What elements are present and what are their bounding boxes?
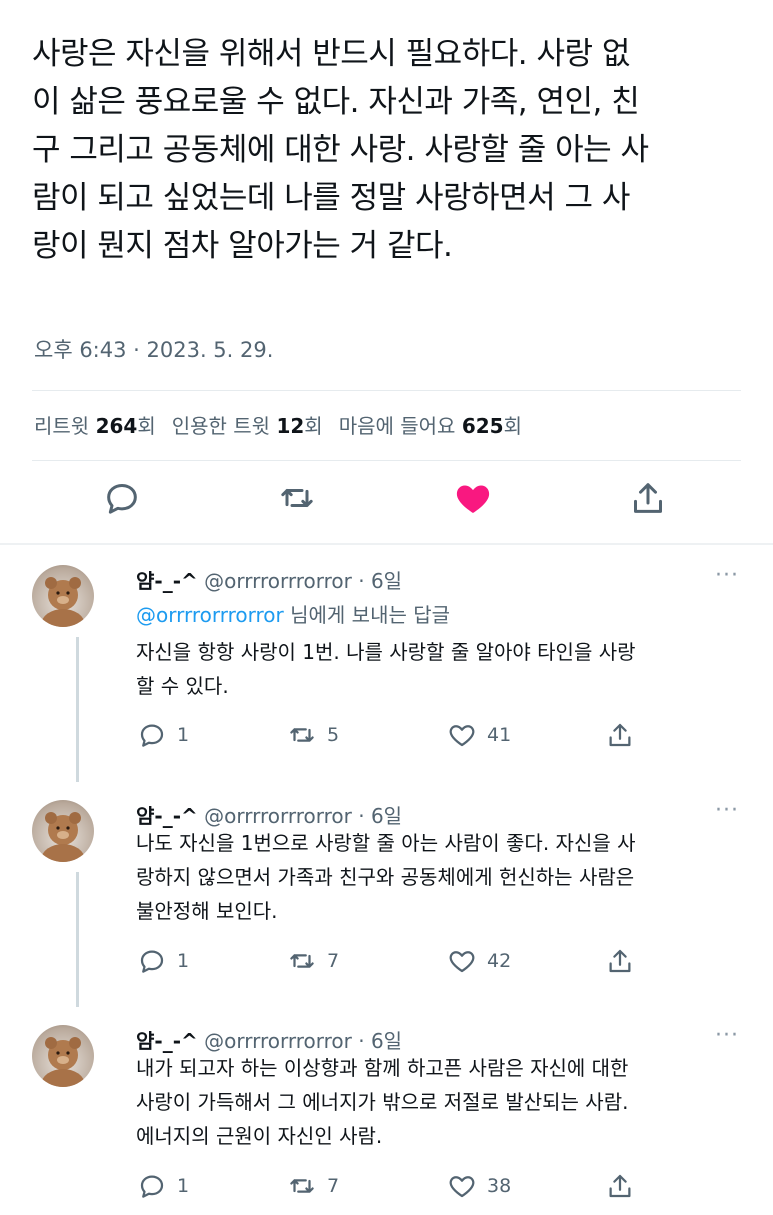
reply-time[interactable]: 6일 [371, 569, 402, 593]
divider [32, 460, 741, 461]
user-handle[interactable]: @orrrrorrrorror [204, 569, 352, 593]
user-handle[interactable]: @orrrrorrrorror [204, 804, 352, 828]
retweet-button[interactable]: 7 [287, 946, 339, 976]
reply-tweet[interactable]: 얌-_-^ @orrrrorrrorror · 6일 ··· @orrrrorr… [0, 545, 773, 782]
avatar[interactable] [32, 800, 94, 862]
replying-to: @orrrrorrrorror 님에게 보내는 답글 [136, 603, 451, 627]
reply-header: 얌-_-^ @orrrrorrrorror · 6일 [136, 569, 403, 593]
retweet-icon [290, 1179, 314, 1193]
like-button[interactable]: 38 [447, 1171, 511, 1201]
user-handle[interactable]: @orrrrorrrorror [204, 1029, 352, 1053]
tweet-stats: 리트윗 264회 인용한 트윗 12회 마음에 들어요 625회 [34, 410, 522, 439]
tweet-detail-page: 사랑은 자신을 위해서 반드시 필요하다. 사랑 없 이 삶은 풍요로울 수 없… [0, 0, 773, 1215]
retweet-icon[interactable] [277, 478, 317, 518]
heart-icon [449, 951, 475, 973]
reply-text: 내가 되고자 하는 이상향과 함께 하고픈 사람은 자신에 대한 사랑이 가득해… [136, 1056, 629, 1148]
thread-line [76, 872, 79, 1007]
heart-icon [449, 725, 475, 747]
retweet-count: 7 [327, 950, 340, 972]
retweet-button[interactable]: 5 [287, 720, 339, 750]
retweet-count: 5 [327, 724, 340, 746]
reply-action-bar: 1 7 38 [0, 1171, 773, 1205]
tweet-timestamp[interactable]: 오후 6:43 · 2023. 5. 29. [34, 334, 273, 364]
display-name[interactable]: 얌-_-^ [136, 569, 198, 593]
heart-filled-icon[interactable] [453, 478, 493, 518]
share-icon[interactable] [628, 478, 668, 518]
reply-text: 나도 자신을 1번으로 사랑할 줄 아는 사람이 좋다. 자신을 사 랑하지 않… [136, 831, 636, 923]
reply-icon [140, 724, 164, 747]
like-count: 41 [487, 724, 512, 746]
reply-button[interactable]: 1 [137, 720, 189, 750]
reply-time[interactable]: 6일 [371, 1029, 402, 1053]
like-count: 38 [487, 1175, 512, 1197]
reply-button[interactable]: 1 [137, 1171, 189, 1201]
tweet-action-bar [0, 478, 773, 528]
share-icon [609, 949, 631, 973]
avatar[interactable] [32, 1025, 94, 1087]
display-name[interactable]: 얌-_-^ [136, 804, 198, 828]
divider [32, 390, 741, 391]
retweet-icon [290, 954, 314, 968]
reply-count: 1 [177, 950, 190, 972]
reply-text: 자신을 항항 사랑이 1번. 나를 사랑할 줄 알아야 타인을 사랑 할 수 있… [136, 640, 636, 698]
reply-header: 얌-_-^ @orrrrorrrorror · 6일 [136, 1029, 403, 1053]
reply-action-bar: 1 7 42 [0, 946, 773, 980]
reply-tweet[interactable]: 얌-_-^ @orrrrorrrorror · 6일 ··· 나도 자신을 1번… [0, 780, 773, 1007]
likes-stat[interactable]: 마음에 들어요 625회 [339, 410, 522, 439]
reply-button[interactable]: 1 [137, 946, 189, 976]
reply-action-bar: 1 5 41 [0, 720, 773, 754]
mention-link[interactable]: @orrrrorrrorror [136, 603, 284, 627]
reply-header: 얌-_-^ @orrrrorrrorror · 6일 [136, 804, 403, 828]
retweet-button[interactable]: 7 [287, 1171, 339, 1201]
reply-count: 1 [177, 1175, 190, 1197]
heart-icon [449, 1176, 475, 1198]
share-icon [609, 723, 631, 747]
reply-icon[interactable] [102, 478, 142, 518]
retweet-icon [290, 728, 314, 742]
more-options-icon[interactable]: ··· [715, 798, 739, 823]
reply-tweet[interactable]: 얌-_-^ @orrrrorrrorror · 6일 ··· 내가 되고자 하는… [0, 1005, 773, 1215]
reply-icon [140, 1175, 164, 1198]
thread-line [76, 637, 79, 782]
avatar[interactable] [32, 565, 94, 627]
retweet-count: 7 [327, 1175, 340, 1197]
share-button[interactable] [605, 1171, 635, 1201]
more-options-icon[interactable]: ··· [715, 563, 739, 588]
like-button[interactable]: 41 [447, 720, 511, 750]
share-button[interactable] [605, 720, 635, 750]
more-options-icon[interactable]: ··· [715, 1023, 739, 1048]
display-name[interactable]: 얌-_-^ [136, 1029, 198, 1053]
like-count: 42 [487, 950, 512, 972]
tweet-text: 사랑은 자신을 위해서 반드시 필요하다. 사랑 없 이 삶은 풍요로울 수 없… [32, 36, 649, 264]
share-icon [609, 1174, 631, 1198]
reply-icon [140, 950, 164, 973]
quotes-stat[interactable]: 인용한 트윗 12회 [172, 410, 323, 439]
share-button[interactable] [605, 946, 635, 976]
reply-count: 1 [177, 724, 190, 746]
retweets-stat[interactable]: 리트윗 264회 [34, 410, 156, 439]
like-button[interactable]: 42 [447, 946, 511, 976]
reply-time[interactable]: 6일 [371, 804, 402, 828]
